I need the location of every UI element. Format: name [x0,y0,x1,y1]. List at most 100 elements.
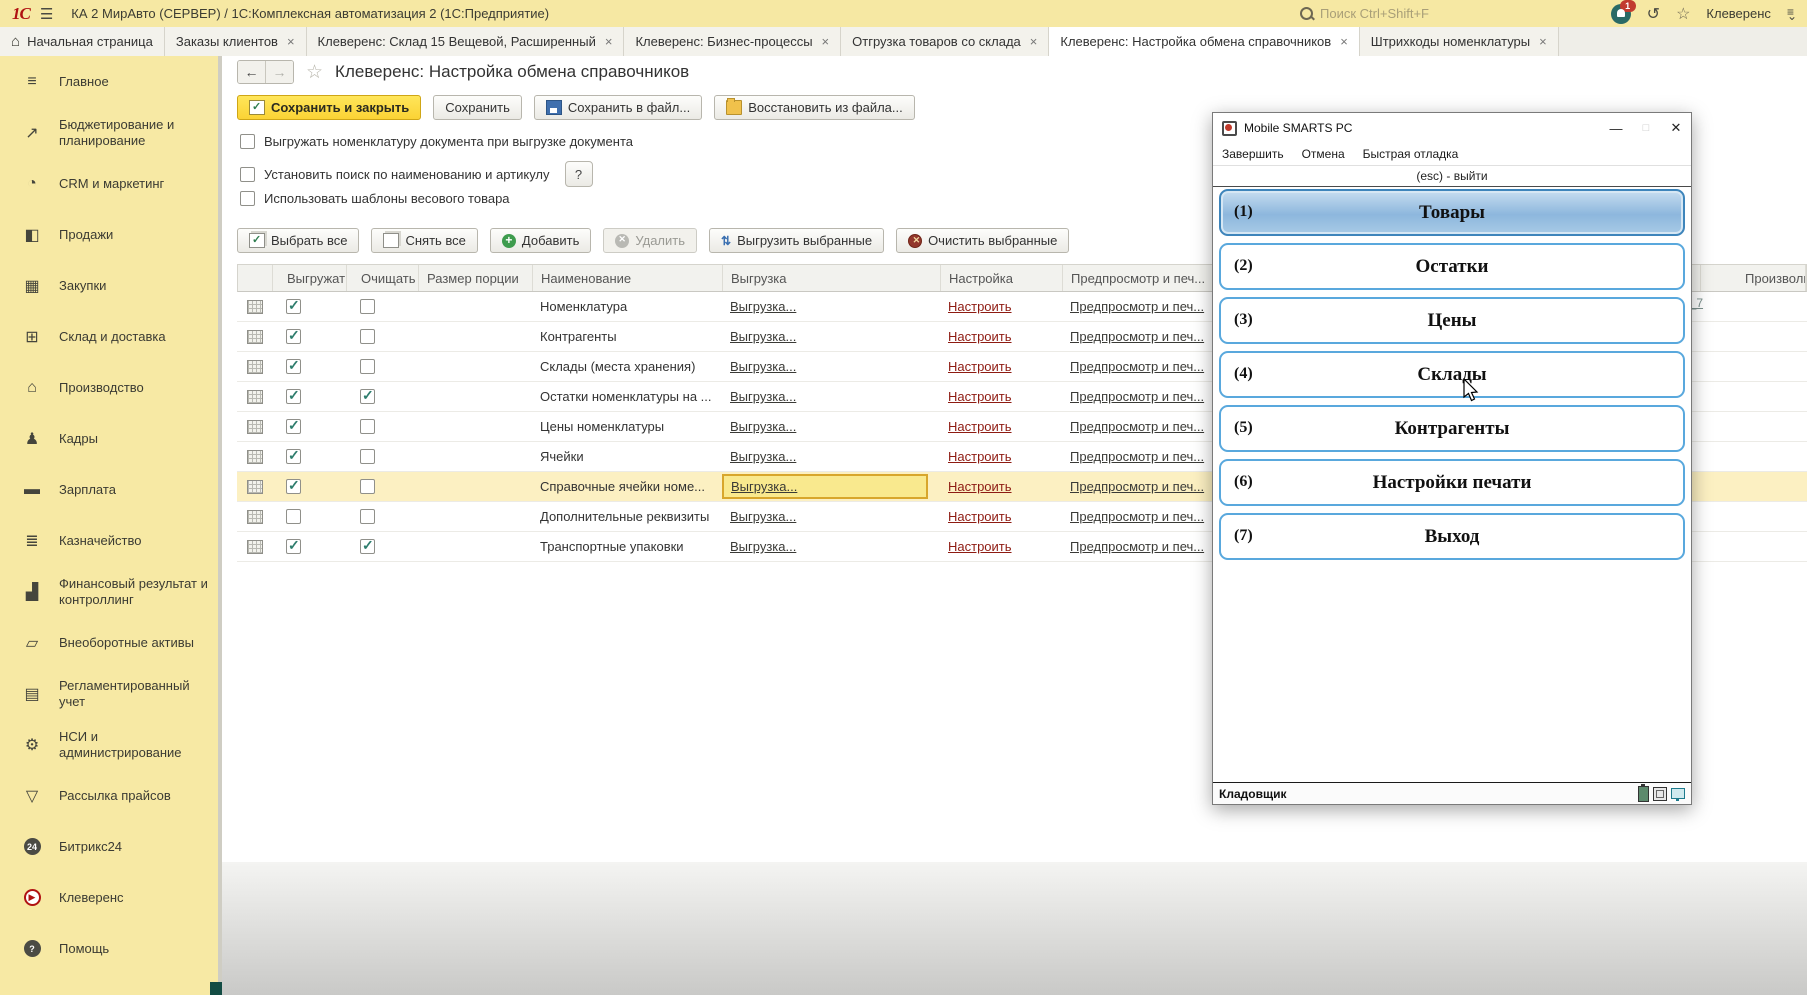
tab-клеверенс-настройка-обмена-справочников[interactable]: Клеверенс: Настройка обмена справочников… [1049,27,1359,56]
clear-checkbox[interactable] [360,299,375,314]
select-all-button[interactable]: Выбрать все [237,228,359,253]
column-header[interactable]: Произволь [1701,265,1806,291]
configure-link[interactable]: Настроить [948,449,1012,464]
smarts-item-склады[interactable]: (4)Склады [1219,351,1685,398]
option-checkbox[interactable] [240,134,255,149]
upload-link[interactable]: Выгрузка... [730,449,796,464]
preview-print-link[interactable]: Предпросмотр и печ... [1070,359,1204,374]
smarts-item-остатки[interactable]: (2)Остатки [1219,243,1685,290]
sidebar-item-fixed-assets[interactable]: ▱Внеоборотные активы [0,617,218,668]
sidebar-item-hr[interactable]: ♟Кадры [0,413,218,464]
preview-print-link[interactable]: Предпросмотр и печ... [1070,329,1204,344]
configure-link[interactable]: Настроить [948,329,1012,344]
clear-checkbox[interactable] [360,479,375,494]
upload-checkbox[interactable] [286,359,301,374]
clear-checkbox[interactable] [360,449,375,464]
configure-link[interactable]: Настроить [948,509,1012,524]
configure-link[interactable]: Настроить [948,419,1012,434]
sidebar-item-sales[interactable]: ◧Продажи [0,209,218,260]
upload-checkbox[interactable] [286,509,301,524]
tab-close-icon[interactable]: × [287,34,295,49]
column-header[interactable]: Размер порции [419,265,533,291]
add-to-favorites-icon[interactable]: ☆ [306,61,323,84]
upload-link[interactable]: Выгрузка... [730,509,796,524]
upload-checkbox[interactable] [286,419,301,434]
upload-checkbox[interactable] [286,299,301,314]
tab-отгрузка-товаров-со-склада[interactable]: Отгрузка товаров со склада× [841,27,1049,56]
maximize-button[interactable]: □ [1631,113,1661,143]
sidebar-item-cleverence[interactable]: ▶Клеверенс [0,872,218,923]
selected-cell[interactable]: Выгрузка... [722,474,928,499]
tab-close-icon[interactable]: × [1340,34,1348,49]
save-to-file-button[interactable]: Сохранить в файл... [534,95,702,120]
sidebar-item-financial-result[interactable]: ▟Финансовый результат и контроллинг [0,566,218,617]
preview-print-link[interactable]: Предпросмотр и печ... [1070,509,1204,524]
smarts-item-выход[interactable]: (7)Выход [1219,513,1685,560]
upload-link[interactable]: Выгрузка... [730,419,796,434]
sidebar-item-production[interactable]: ⌂Производство [0,362,218,413]
back-button[interactable]: ← [238,61,265,83]
upload-link[interactable]: Выгрузка... [730,539,796,554]
configure-link[interactable]: Настроить [948,539,1012,554]
sidebar-item-help[interactable]: ?Помощь [0,923,218,974]
upload-checkbox[interactable] [286,329,301,344]
favorites-star-icon[interactable]: ☆ [1676,4,1690,24]
sidebar-item-main[interactable]: ≡Главное [0,56,218,107]
upload-checkbox[interactable] [286,479,301,494]
sidebar-item-nsi-administration[interactable]: ⚙НСИ и администрирование [0,719,218,770]
tab-close-icon[interactable]: × [1539,34,1547,49]
smarts-item-цены[interactable]: (3)Цены [1219,297,1685,344]
deselect-all-button[interactable]: Снять все [371,228,477,253]
save-button[interactable]: Сохранить [433,95,522,120]
smarts-item-настройки-печати[interactable]: (6)Настройки печати [1219,459,1685,506]
sidebar-item-warehouse-delivery[interactable]: ⊞Склад и доставка [0,311,218,362]
configure-link[interactable]: Настроить [948,479,1012,494]
tab-close-icon[interactable]: × [1030,34,1038,49]
add-button[interactable]: Добавить [490,228,591,253]
smarts-item-контрагенты[interactable]: (5)Контрагенты [1219,405,1685,452]
upload-link[interactable]: Выгрузка... [731,479,797,494]
column-header[interactable]: Выгружать [273,265,347,291]
option-checkbox[interactable] [240,167,255,182]
tab-начальная-страница[interactable]: ⌂Начальная страница [0,27,165,56]
configure-link[interactable]: Настроить [948,389,1012,404]
tab-штрихкоды-номенклатуры[interactable]: Штрихкоды номенклатуры× [1360,27,1559,56]
sidebar-item-budgeting[interactable]: ↗Бюджетирование и планирование [0,107,218,158]
preview-print-link[interactable]: Предпросмотр и печ... [1070,389,1204,404]
current-user[interactable]: Клеверенс [1706,6,1771,21]
preview-print-link[interactable]: Предпросмотр и печ... [1070,479,1204,494]
clear-checkbox[interactable] [360,389,375,404]
upload-checkbox[interactable] [286,539,301,554]
sidebar-item-salary[interactable]: ▬Зарплата [0,464,218,515]
clear-checkbox[interactable] [360,359,375,374]
history-icon[interactable]: ↺ [1647,4,1660,24]
mobile-smarts-titlebar[interactable]: Mobile SMARTS PC — □ ✕ [1213,113,1691,143]
sidebar-item-treasury[interactable]: ≣Казначейство [0,515,218,566]
smarts-menu-отмена[interactable]: Отмена [1293,147,1354,161]
minimize-button[interactable]: — [1601,113,1631,143]
forward-button[interactable]: → [265,61,293,83]
preview-print-link[interactable]: Предпросмотр и печ... [1070,449,1204,464]
smarts-item-товары[interactable]: (1)Товары [1219,189,1685,236]
option-checkbox[interactable] [240,191,255,206]
sidebar-item-purchases[interactable]: ▦Закупки [0,260,218,311]
main-menu-icon[interactable]: ☰ [40,5,53,23]
upload-link[interactable]: Выгрузка... [730,329,796,344]
preview-print-link[interactable]: Предпросмотр и печ... [1070,299,1204,314]
column-header[interactable]: Очищать [347,265,419,291]
preview-print-link[interactable]: Предпросмотр и печ... [1070,539,1204,554]
upload-link[interactable]: Выгрузка... [730,359,796,374]
configure-link[interactable]: Настроить [948,299,1012,314]
column-header[interactable]: Выгрузка [723,265,941,291]
close-button[interactable]: ✕ [1661,113,1691,143]
column-header[interactable]: Настройка [941,265,1063,291]
column-header[interactable]: Наименование [533,265,723,291]
notifications-bell-icon[interactable]: 1 [1611,4,1631,24]
export-selected-button[interactable]: ⇅Выгрузить выбранные [709,228,884,253]
service-menu-icon[interactable]: ≡⌄ [1787,10,1797,18]
sidebar-item-crm-marketing[interactable]: ◔CRM и маркетинг [0,158,218,209]
tab-клеверенс-склад-15-вещевой-расширенный[interactable]: Клеверенс: Склад 15 Вещевой, Расширенный… [307,27,625,56]
tab-заказы-клиентов[interactable]: Заказы клиентов× [165,27,307,56]
tab-close-icon[interactable]: × [605,34,613,49]
smarts-menu-быстрая-отладка[interactable]: Быстрая отладка [1354,147,1468,161]
